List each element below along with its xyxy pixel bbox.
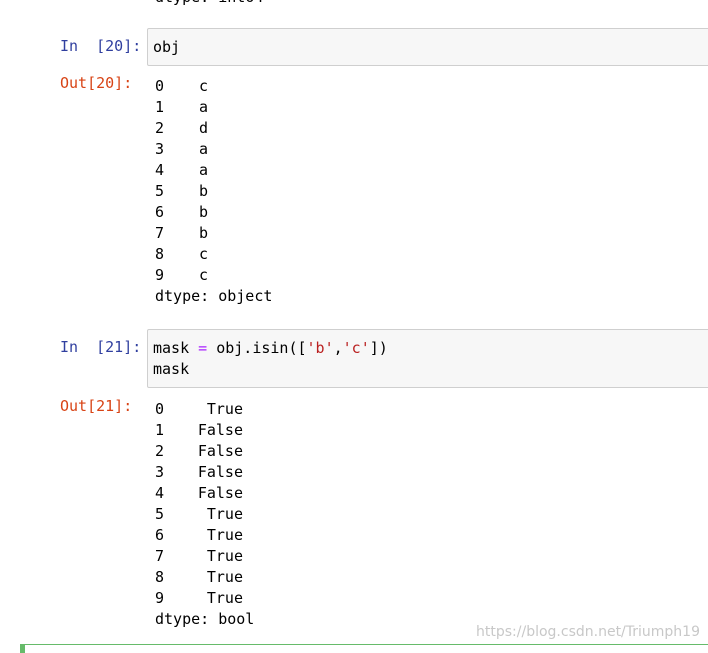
series-row: 9c bbox=[155, 265, 272, 286]
series-dtype: dtype: bool bbox=[155, 610, 255, 628]
series-value: a bbox=[199, 98, 209, 116]
code-cell-20[interactable]: In [20]: obj bbox=[0, 28, 708, 68]
series-value: True bbox=[206, 547, 243, 565]
series-row: 2 False bbox=[155, 441, 254, 462]
series-index: 3 bbox=[155, 140, 165, 158]
series-row: 3a bbox=[155, 139, 272, 160]
series-value: True bbox=[206, 589, 243, 607]
series-index: 1 bbox=[155, 98, 165, 116]
series-row: 0 True bbox=[155, 399, 254, 420]
input-prompt: In [21]: bbox=[60, 338, 142, 356]
series-index: 4 bbox=[155, 161, 165, 179]
series-row: 5b bbox=[155, 181, 272, 202]
series-value: False bbox=[197, 484, 243, 502]
series-row: 2d bbox=[155, 118, 272, 139]
code-input-area[interactable]: mask = obj.isin(['b','c']) mask bbox=[147, 329, 708, 388]
series-row: 8c bbox=[155, 244, 272, 265]
output-area-21: Out[21]: 0 True 1 False 2 False 3 False 4 False 5 T… bbox=[0, 397, 708, 632]
selected-cell-border[interactable] bbox=[20, 644, 708, 653]
code-line: obj bbox=[153, 38, 181, 56]
code-line: mask = obj.isin(['b','c']) bbox=[153, 338, 388, 359]
series-value: True bbox=[206, 505, 243, 523]
series-value: False bbox=[197, 463, 243, 481]
code-input-area[interactable]: obj bbox=[147, 28, 708, 66]
series-index: 7 bbox=[155, 224, 165, 242]
code-token-name: mask bbox=[153, 339, 190, 357]
series-value: a bbox=[199, 140, 209, 158]
series-index: 6 bbox=[155, 203, 165, 221]
series-value: False bbox=[197, 442, 243, 460]
series-value: a bbox=[199, 161, 209, 179]
series-row: 1 False bbox=[155, 420, 254, 441]
series-row: 0c bbox=[155, 76, 272, 97]
series-row: 9 True bbox=[155, 588, 254, 609]
output-prompt: Out[20]: bbox=[60, 74, 133, 92]
series-value: True bbox=[206, 526, 243, 544]
previous-output-dtype: dtype: int64 bbox=[155, 0, 263, 8]
series-dtype: dtype: object bbox=[155, 287, 273, 305]
code-token-string: 'c' bbox=[342, 339, 370, 357]
series-value: False bbox=[197, 421, 243, 439]
series-value: c bbox=[199, 77, 209, 95]
series-value: d bbox=[199, 119, 209, 137]
series-index: 0 bbox=[155, 77, 165, 95]
series-row: 6b bbox=[155, 202, 272, 223]
series-row: 7b bbox=[155, 223, 272, 244]
series-value: c bbox=[199, 245, 209, 263]
output-prompt: Out[21]: bbox=[60, 397, 133, 415]
series-value: c bbox=[199, 266, 209, 284]
series-index: 2 bbox=[155, 119, 165, 137]
series-row: 1a bbox=[155, 97, 272, 118]
series-index: 8 bbox=[155, 245, 165, 263]
series-row: 3 False bbox=[155, 462, 254, 483]
input-prompt: In [20]: bbox=[60, 37, 142, 55]
code-cell-21[interactable]: In [21]: mask = obj.isin(['b','c']) mask bbox=[0, 329, 708, 389]
series-output: 0 c 1 a 2 d 3 a 4 a 5 b 6 b 7 b 8 c 9 c dtype: object bbox=[155, 76, 272, 307]
watermark: https://blog.csdn.net/Triumph19 bbox=[476, 624, 700, 640]
series-value: b bbox=[199, 224, 209, 242]
code-token-call: obj.isin([ bbox=[216, 339, 307, 357]
series-row: 4a bbox=[155, 160, 272, 181]
series-row: 6 True bbox=[155, 525, 254, 546]
series-row: 8 True bbox=[155, 567, 254, 588]
series-row: 4 False bbox=[155, 483, 254, 504]
code-token-close: ]) bbox=[369, 339, 388, 357]
series-row: 5 True bbox=[155, 504, 254, 525]
series-value: True bbox=[206, 568, 243, 586]
series-output: 0 True 1 False 2 False 3 False 4 False 5 True 6 True 7… bbox=[155, 399, 254, 630]
series-value: True bbox=[206, 400, 243, 418]
code-line: mask bbox=[153, 360, 190, 378]
code-token-operator: = bbox=[198, 339, 208, 357]
code-token-string: 'b' bbox=[306, 339, 334, 357]
series-row: 7 True bbox=[155, 546, 254, 567]
series-value: b bbox=[199, 203, 209, 221]
code-token-comma: , bbox=[333, 339, 343, 357]
output-area-20: Out[20]: 0 c 1 a 2 d 3 a 4 a 5 b 6 b 7 b 8 c 9 c dtype: obje… bbox=[0, 74, 708, 309]
series-index: 9 bbox=[155, 266, 165, 284]
series-value: b bbox=[199, 182, 209, 200]
series-index: 5 bbox=[155, 182, 165, 200]
